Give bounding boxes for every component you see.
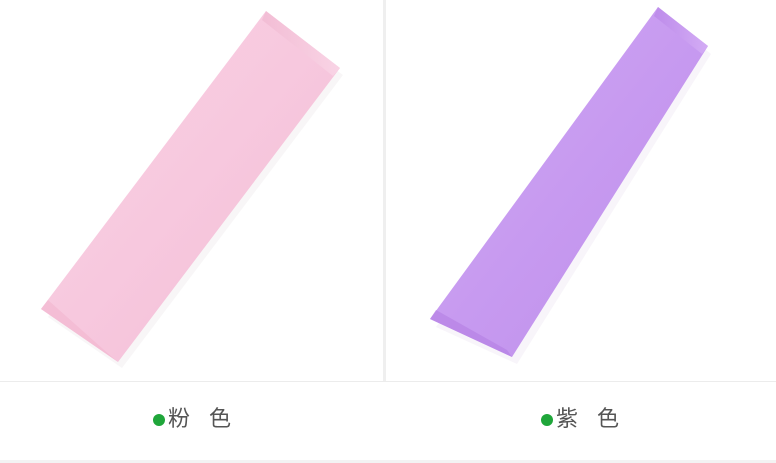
green-dot-icon — [541, 414, 553, 426]
green-dot-icon — [153, 414, 165, 426]
product-image-panel-purple[interactable] — [386, 0, 776, 382]
caption-purple: 紫 色 — [541, 404, 625, 436]
color-label-pink: 粉 色 — [168, 407, 237, 432]
caption-pink: 粉 色 — [153, 404, 237, 436]
pink-headband-image — [41, 11, 343, 368]
product-color-options: 粉 色 紫 色 — [0, 0, 776, 463]
color-label-purple: 紫 色 — [556, 407, 625, 432]
caption-top-border — [0, 381, 776, 382]
product-image-panel-pink[interactable] — [0, 0, 383, 382]
purple-headband-image — [430, 7, 711, 364]
